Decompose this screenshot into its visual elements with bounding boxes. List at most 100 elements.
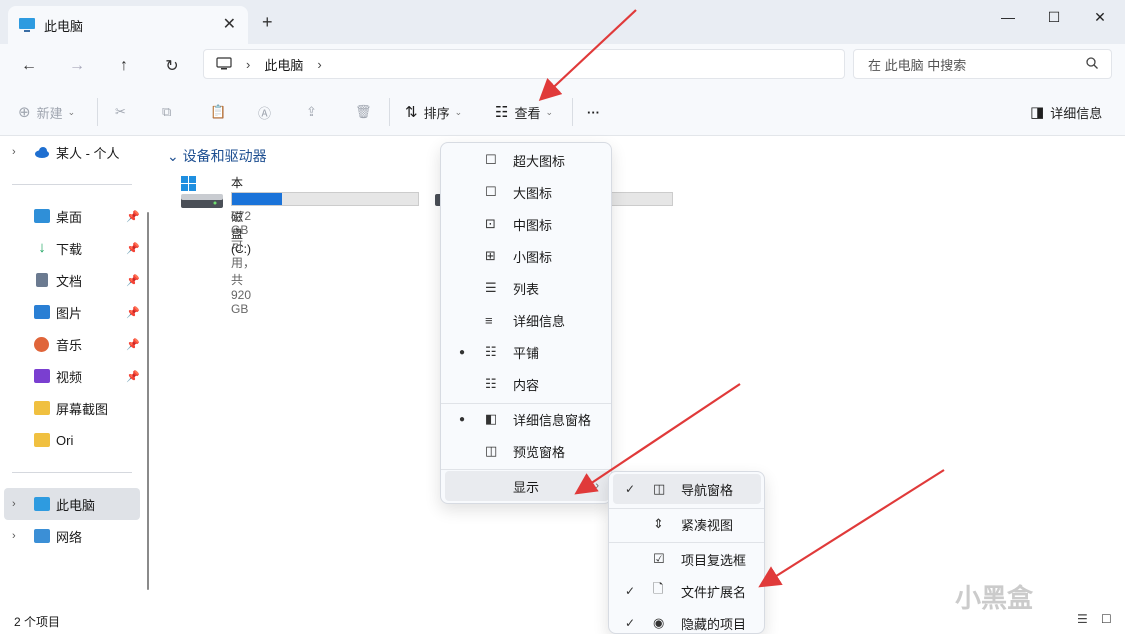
new-tab-button[interactable]: + (262, 12, 273, 33)
sidebar-item-documents[interactable]: 文档 📌 (0, 264, 140, 296)
details-icon: ≡ (485, 312, 493, 328)
chevron-right-icon[interactable]: › (12, 530, 16, 542)
pin-icon[interactable]: 📌 (126, 274, 140, 287)
chevron-down-icon: ⌄ (454, 106, 463, 117)
maximize-button[interactable]: ☐ (1031, 2, 1077, 32)
title-bar: 此电脑 ✕ + — ☐ ✕ (0, 0, 1125, 44)
sidebar-item-screenshots[interactable]: 屏幕截图 (0, 392, 140, 424)
new-button[interactable]: ⊕ 新建 ⌄ (18, 100, 75, 124)
share-icon[interactable]: ⇪ (306, 100, 317, 124)
chevron-right-icon: › (595, 480, 599, 492)
refresh-button[interactable]: ↻ (157, 52, 187, 80)
forward-button[interactable]: → (62, 52, 92, 80)
sidebar-item-label: 某人 - 个人 (56, 145, 120, 161)
large-icons-icon: ☐ (485, 184, 497, 199)
sidebar-item-onedrive[interactable]: › 某人 - 个人 (0, 136, 140, 168)
selected-bullet: ● (459, 413, 466, 425)
menu-item-label: 详细信息窗格 (513, 412, 592, 428)
paste-icon[interactable]: 📋 (210, 100, 226, 124)
sort-button[interactable]: ⇅ 排序 ⌄ (405, 100, 462, 124)
menu-item-extra-large-icons[interactable]: ☐ 超大图标 (445, 145, 609, 175)
submenu-item-compact-view[interactable]: ⇕ 紧凑视图 (613, 509, 761, 539)
pin-icon[interactable]: 📌 (126, 306, 140, 319)
menu-item-large-icons[interactable]: ☐ 大图标 (445, 177, 609, 207)
small-icons-icon: ⊞ (485, 248, 496, 263)
up-button[interactable]: ↑ (109, 52, 139, 80)
breadcrumb-this-pc[interactable]: 此电脑 (264, 55, 303, 74)
menu-item-show[interactable]: 显示 › (445, 471, 609, 501)
menu-item-content[interactable]: ☷ 内容 (445, 369, 609, 399)
sidebar-item-label: 网络 (56, 529, 83, 545)
menu-item-list[interactable]: ☰ 列表 (445, 273, 609, 303)
details-pane-icon: ◧ (485, 411, 498, 426)
close-window-button[interactable]: ✕ (1077, 2, 1123, 32)
sidebar-item-ori[interactable]: Ori (0, 424, 140, 456)
menu-item-medium-icons[interactable]: ⊡ 中图标 (445, 209, 609, 239)
search-input[interactable]: 在 此电脑 中搜索 (853, 49, 1112, 79)
sort-icon: ⇅ (405, 104, 418, 121)
menu-item-label: 超大图标 (513, 153, 566, 169)
menu-item-tiles[interactable]: ● ☷ 平铺 (445, 337, 609, 367)
tab-this-pc[interactable]: 此电脑 ✕ (8, 6, 248, 44)
sidebar-divider (12, 184, 132, 185)
sidebar-item-label: 屏幕截图 (56, 401, 109, 417)
computer-icon (216, 57, 232, 70)
plus-circle-icon: ⊕ (18, 104, 31, 121)
details-pane-button[interactable]: ◨ 详细信息 (1030, 100, 1102, 124)
cut-icon[interactable]: ✂ (115, 100, 126, 124)
pin-icon[interactable]: 📌 (126, 338, 140, 351)
sidebar-item-network[interactable]: › 网络 (0, 520, 140, 552)
group-header[interactable]: ⌄ 设备和驱动器 (167, 146, 267, 166)
watermark-text: 小黑盒 (955, 583, 1034, 613)
close-tab-icon[interactable]: ✕ (223, 14, 236, 34)
more-options-button[interactable]: ··· (587, 100, 600, 124)
selected-bullet: ● (459, 346, 466, 358)
pin-icon[interactable]: 📌 (126, 370, 140, 383)
navigation-pane: › 某人 - 个人 桌面 📌 ↓ 下载 📌 文档 📌 图片 📌 音乐 📌 视频 … (0, 136, 157, 608)
view-label: 查看 (514, 105, 541, 121)
details-view-icon[interactable]: ☰ (1077, 612, 1088, 626)
search-placeholder: 在 此电脑 中搜索 (868, 57, 967, 73)
sidebar-item-pictures[interactable]: 图片 📌 (0, 296, 140, 328)
back-button[interactable]: ← (14, 52, 44, 80)
address-bar[interactable]: › 此电脑 › (203, 49, 845, 79)
menu-item-details[interactable]: ≡ 详细信息 (445, 305, 609, 335)
sidebar-item-music[interactable]: 音乐 📌 (0, 328, 140, 360)
submenu-item-item-checkboxes[interactable]: ☑ 项目复选框 (613, 544, 761, 574)
submenu-item-file-extensions[interactable]: ✓ 🗋 文件扩展名 (613, 576, 761, 606)
menu-item-preview-pane[interactable]: ◫ 预览窗格 (445, 436, 609, 466)
folder-icon (34, 401, 50, 415)
submenu-item-navigation-pane[interactable]: ✓ ◫ 导航窗格 (613, 474, 761, 504)
sidebar-item-videos[interactable]: 视频 📌 (0, 360, 140, 392)
sidebar-item-label: 桌面 (56, 209, 83, 225)
sidebar-item-desktop[interactable]: 桌面 📌 (0, 200, 140, 232)
menu-item-label: 大图标 (513, 185, 553, 201)
details-pane-icon: ◨ (1030, 104, 1045, 121)
chevron-right-icon[interactable]: › (12, 498, 16, 510)
menu-item-label: 预览窗格 (513, 444, 566, 460)
pin-icon[interactable]: 📌 (126, 242, 140, 255)
sidebar-scrollbar[interactable] (147, 212, 149, 590)
command-bar: ⊕ 新建 ⌄ ✂ ⧉ 📋 Ⓐ ⇪ 🗑 ⇅ 排序 ⌄ ☷ 查看 ⌄ ··· ◨ 详… (0, 88, 1125, 136)
delete-icon[interactable]: 🗑 (355, 100, 372, 124)
submenu-item-label: 导航窗格 (681, 482, 734, 498)
submenu-item-hidden-items[interactable]: ✓ ◉ 隐藏的项目 (613, 608, 761, 633)
rename-icon[interactable]: Ⓐ (258, 100, 271, 124)
view-button[interactable]: ☷ 查看 ⌄ (495, 100, 553, 124)
sidebar-item-label: 音乐 (56, 337, 83, 353)
pin-icon[interactable]: 📌 (126, 210, 140, 223)
sidebar-item-label: 文档 (56, 273, 83, 289)
menu-item-label: 详细信息 (513, 313, 566, 329)
tiles-view-icon[interactable]: ☐ (1101, 612, 1112, 626)
chevron-right-icon[interactable]: › (12, 146, 16, 158)
cloud-icon (35, 147, 49, 158)
minimize-button[interactable]: — (985, 2, 1031, 32)
sidebar-item-this-pc[interactable]: › 此电脑 (4, 488, 140, 520)
menu-item-small-icons[interactable]: ⊞ 小图标 (445, 241, 609, 271)
sidebar-item-downloads[interactable]: ↓ 下载 📌 (0, 232, 140, 264)
menu-item-details-pane[interactable]: ● ◧ 详细信息窗格 (445, 404, 609, 434)
menu-item-label: 平铺 (513, 345, 540, 361)
copy-icon[interactable]: ⧉ (162, 100, 171, 124)
toolbar-divider (572, 98, 573, 126)
breadcrumb-separator[interactable]: › (317, 57, 321, 72)
